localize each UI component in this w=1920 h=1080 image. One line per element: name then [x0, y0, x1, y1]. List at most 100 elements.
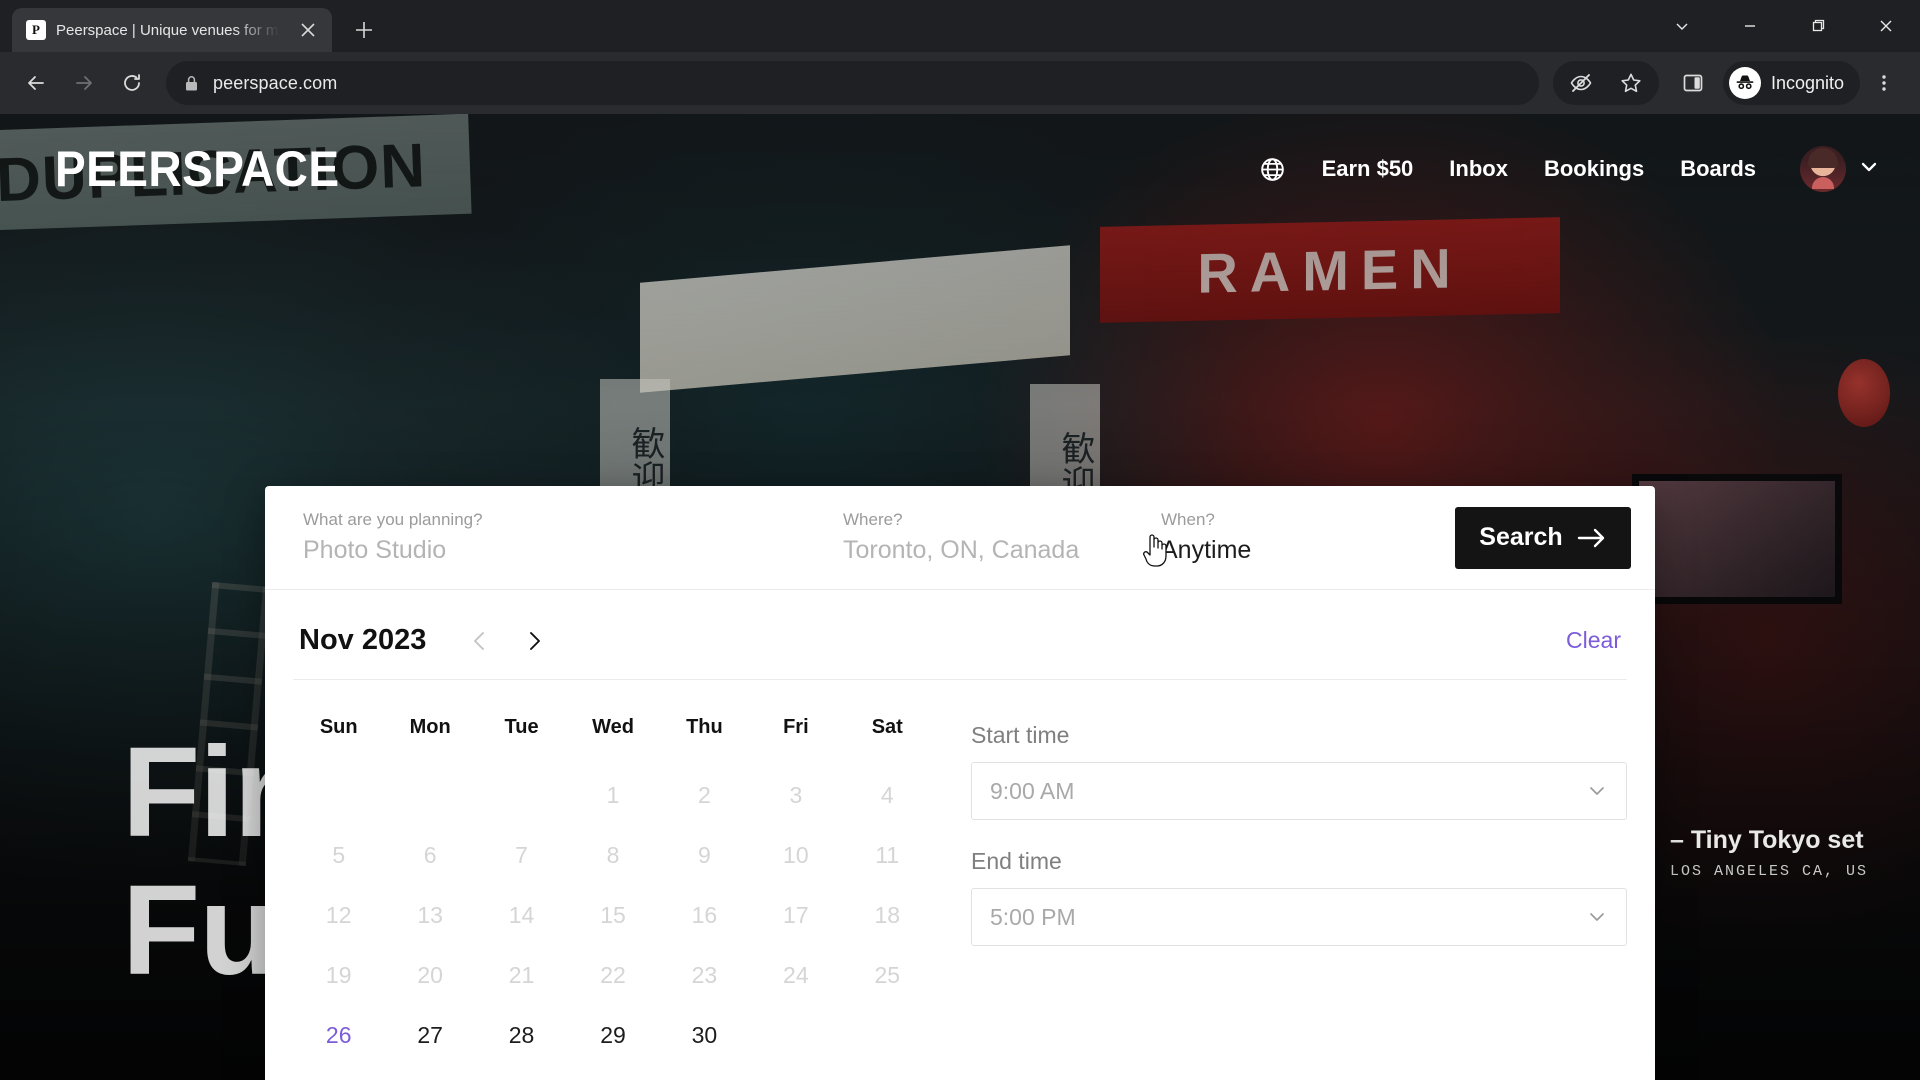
forward-arrow-icon[interactable]	[62, 61, 106, 105]
side-panel-icon[interactable]	[1671, 61, 1715, 105]
chevron-down-icon	[1858, 156, 1880, 183]
new-tab-button[interactable]	[350, 16, 378, 44]
nav-link-inbox[interactable]: Inbox	[1449, 156, 1508, 182]
calendar-day-24: 24	[783, 961, 809, 988]
hero-prop-lantern	[1838, 359, 1890, 427]
calendar-day-4: 4	[880, 781, 894, 808]
chevron-left-icon[interactable]	[468, 629, 492, 653]
peerspace-logo[interactable]: PEERSPACE	[55, 140, 339, 198]
browser-toolbar: peerspace.com Incognito	[0, 52, 1920, 114]
lock-icon	[184, 75, 199, 92]
what-label: What are you planning?	[303, 510, 483, 529]
when-label: When?	[1161, 510, 1215, 529]
venue-name: – Tiny Tokyo set	[1669, 826, 1864, 854]
search-field-what[interactable]: What are you planning? Photo Studio	[289, 510, 829, 565]
calendar-day-8: 8	[606, 841, 620, 868]
calendar-weekday-fri: Fri	[783, 716, 809, 738]
maximize-icon[interactable]	[1784, 0, 1852, 52]
when-value: Anytime	[1161, 536, 1252, 564]
chevron-right-icon[interactable]	[522, 629, 546, 653]
three-dot-menu-icon[interactable]	[1862, 61, 1906, 105]
calendar-day-20: 20	[417, 961, 443, 988]
nav-link-bookings[interactable]: Bookings	[1544, 156, 1644, 182]
search-card: What are you planning? Photo Studio Wher…	[265, 486, 1655, 1080]
tab-close-icon[interactable]	[294, 16, 322, 44]
calendar-day-blank	[476, 765, 567, 825]
avatar	[1800, 146, 1846, 192]
window-controls	[1648, 0, 1920, 52]
page-viewport: DUPLICATION RAMEN 歓迎 歓迎 Fin Fu – Tiny To…	[0, 114, 1920, 1080]
calendar-day-29[interactable]: 29	[567, 1005, 658, 1065]
calendar-day-28[interactable]: 28	[476, 1005, 567, 1065]
site-header: PEERSPACE Earn $50 Inbox Bookings Boards	[0, 114, 1920, 224]
calendar-day-27[interactable]: 27	[384, 1005, 475, 1065]
calendar-day-9: 9	[698, 841, 711, 868]
minimize-icon[interactable]	[1716, 0, 1784, 52]
calendar-day-7: 7	[515, 841, 528, 868]
search-field-where[interactable]: Where? Toronto, ON, Canada	[829, 510, 1147, 565]
calendar-day-26[interactable]: 26	[293, 1005, 384, 1065]
start-time-label: Start time	[971, 722, 1070, 748]
calendar-day-14: 14	[508, 901, 535, 928]
nav-link-boards[interactable]: Boards	[1680, 156, 1756, 182]
calendar-weekday-mon: Mon	[409, 716, 451, 738]
star-icon[interactable]	[1609, 61, 1653, 105]
end-time-label: End time	[971, 848, 1062, 874]
calendar-day-16: 16	[691, 901, 718, 928]
calendar-day-15: 15	[600, 901, 626, 928]
end-time-select[interactable]: 5:00 PM	[971, 888, 1627, 946]
calendar-day-blank	[384, 765, 475, 825]
calendar-day-5: 5	[332, 841, 346, 868]
venue-location: LOS ANGELES CA, US	[1669, 863, 1868, 880]
search-field-when[interactable]: When? Anytime	[1147, 510, 1447, 565]
reload-icon[interactable]	[110, 61, 154, 105]
where-value: Toronto, ON, Canada	[843, 536, 1080, 564]
chevron-down-icon	[1586, 780, 1608, 802]
account-menu[interactable]	[1800, 146, 1880, 192]
chevron-down-icon[interactable]	[1648, 0, 1716, 52]
nav-link-earn[interactable]: Earn $50	[1322, 156, 1414, 182]
calendar-day-18: 18	[874, 901, 901, 928]
back-arrow-icon[interactable]	[14, 61, 58, 105]
arrow-right-icon	[1577, 527, 1607, 549]
browser-tab[interactable]: P Peerspace | Unique venues for m	[12, 8, 332, 52]
globe-icon[interactable]	[1259, 156, 1286, 183]
start-time-select[interactable]: 9:00 AM	[971, 762, 1627, 820]
calendar-day-21: 21	[508, 961, 535, 988]
clear-button[interactable]: Clear	[1566, 627, 1621, 654]
tab-title: Peerspace | Unique venues for m	[56, 21, 279, 39]
profile-chip[interactable]: Incognito	[1722, 61, 1860, 105]
incognito-icon	[1728, 67, 1761, 99]
profile-label: Incognito	[1770, 72, 1844, 93]
calendar-day-22: 22	[600, 961, 626, 988]
address-bar[interactable]: peerspace.com	[166, 61, 1539, 105]
chevron-down-icon	[1586, 906, 1608, 928]
calendar-weekday-row: Sun Mon Tue Wed Thu Fri Sat	[293, 708, 933, 765]
calendar-day-blank	[293, 765, 384, 825]
calendar-day-19: 19	[325, 961, 352, 988]
time-selectors: Start time 9:00 AM End time 5:00 PM	[953, 708, 1627, 1065]
calendar-day-2: 2	[698, 781, 711, 808]
venue-caption: – Tiny Tokyo set LOS ANGELES CA, US	[1670, 826, 1868, 880]
search-button-label: Search	[1479, 523, 1563, 551]
calendar: Sun Mon Tue Wed Thu Fri Sat 1 2 3 4 5 6 7 8 9 10 11 12 13 1…	[293, 708, 933, 1065]
calendar-day-30[interactable]: 30	[659, 1005, 750, 1065]
calendar-day-17: 17	[783, 901, 809, 928]
calendar-weekday-wed: Wed	[592, 716, 634, 738]
favicon-icon: P	[26, 20, 46, 40]
date-picker-body: Sun Mon Tue Wed Thu Fri Sat 1 2 3 4 5 6 7 8 9 10 11 12 13 1…	[293, 680, 1627, 1065]
calendar-day-1: 1	[606, 781, 620, 808]
calendar-weekday-tue: Tue	[504, 716, 539, 738]
calendar-weekday-sun: Sun	[319, 716, 358, 738]
calendar-day-13: 13	[417, 901, 443, 928]
search-button[interactable]: Search	[1455, 506, 1631, 569]
window-close-icon[interactable]	[1852, 0, 1920, 52]
date-picker-dropdown: Nov 2023 Clear Sun Mon Tue Wed Thu Fri Sat	[265, 590, 1655, 1080]
calendar-day-11: 11	[875, 841, 900, 868]
tab-strip: P Peerspace | Unique venues for m	[0, 0, 1920, 52]
calendar-nav	[468, 629, 546, 653]
where-label: Where?	[843, 510, 903, 529]
calendar-day-23: 23	[691, 961, 718, 988]
calendar-days-grid: 1 2 3 4 5 6 7 8 9 10 11 12 13 14 15 16 17 18 19 20 21 22 23 24 2…	[293, 765, 933, 1065]
eye-slash-icon[interactable]	[1559, 61, 1603, 105]
